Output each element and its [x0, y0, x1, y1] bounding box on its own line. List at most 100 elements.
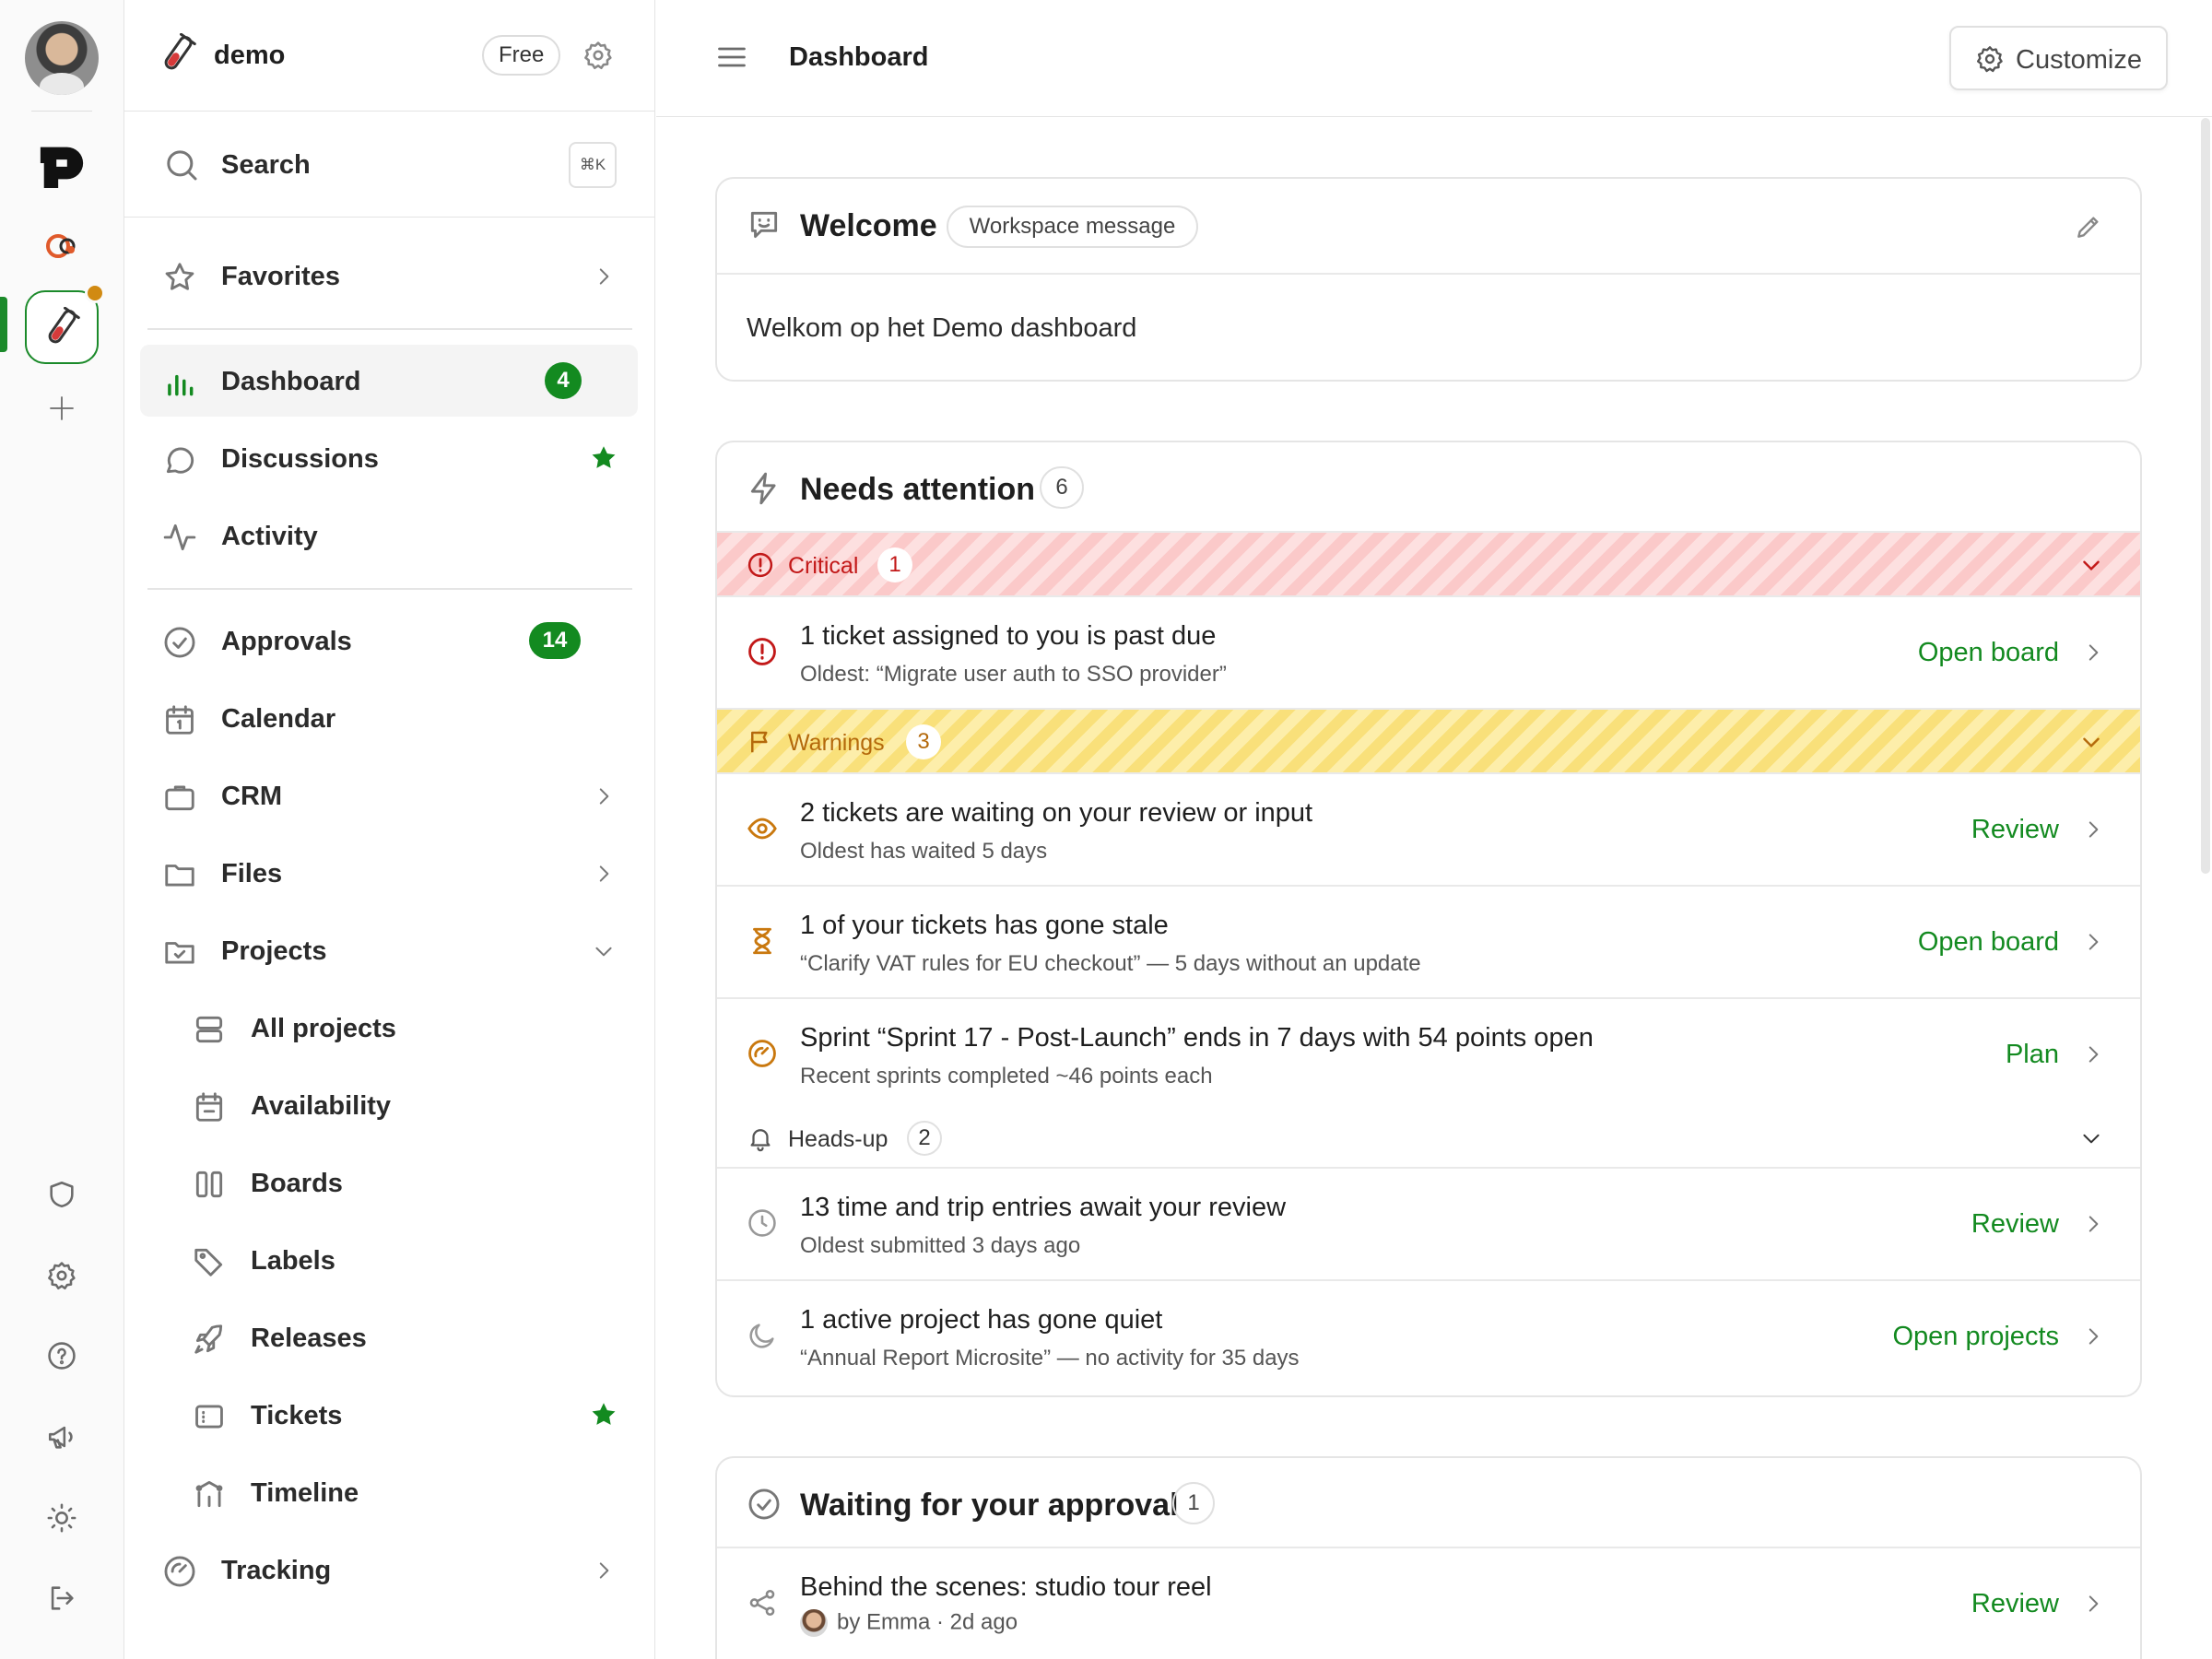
approval-title: Waiting for your approval: [800, 1488, 1179, 1523]
attention-item[interactable]: 2 tickets are waiting on your review or …: [717, 774, 2140, 887]
attention-item[interactable]: 13 time and trip entries await your revi…: [717, 1169, 2140, 1281]
chevron-right-icon: [2088, 1046, 2099, 1063]
share-icon: [749, 1589, 775, 1617]
app-logo-icon[interactable]: [37, 138, 87, 188]
settings-gear-icon[interactable]: [37, 1251, 87, 1300]
sidebar-item-tickets[interactable]: Tickets: [140, 1379, 638, 1451]
hamburger-menu-icon[interactable]: [715, 41, 748, 74]
chevron-right-icon: [599, 788, 609, 805]
user-avatar[interactable]: [25, 21, 99, 95]
sidebar-item-dashboard[interactable]: Dashboard 4: [140, 345, 638, 417]
sidebar: demo Free Search ⌘K Favorites Dashboard …: [124, 0, 655, 1659]
gear-icon: [1977, 46, 2003, 73]
attention-item-title: Sprint “Sprint 17 - Post-Launch” ends in…: [800, 1023, 1594, 1053]
needs-attention-card: Needs attention 6 Critical 1 1 ticket as…: [715, 441, 2142, 1397]
sidebar-item-boards[interactable]: Boards: [140, 1147, 638, 1218]
workspace-name[interactable]: demo: [214, 41, 285, 71]
byline-text: by Emma · 2d ago: [837, 1609, 1018, 1635]
logout-icon[interactable]: [37, 1573, 87, 1623]
open-projects-link[interactable]: Open projects: [1892, 1322, 2059, 1352]
scrollbar[interactable]: [2201, 118, 2210, 874]
notification-dot: [85, 283, 105, 303]
chevron-right-icon: [2088, 1328, 2099, 1345]
critical-section-toggle[interactable]: Critical 1: [717, 533, 2140, 597]
critical-count: 1: [877, 547, 912, 582]
sidebar-item-labels[interactable]: Labels: [140, 1224, 638, 1296]
warnings-section-toggle[interactable]: Warnings 3: [717, 710, 2140, 774]
sidebar-item-favorites[interactable]: Favorites: [140, 240, 638, 312]
sidebar-item-availability[interactable]: Availability: [140, 1069, 638, 1141]
plan-link[interactable]: Plan: [2006, 1040, 2059, 1070]
tag-icon: [194, 1248, 223, 1277]
workspace-logo-icon[interactable]: [37, 221, 87, 271]
attention-item-title: 2 tickets are waiting on your review or …: [800, 798, 1313, 828]
shield-icon[interactable]: [37, 1170, 87, 1219]
favorite-star-icon[interactable]: [588, 1399, 619, 1430]
chevron-right-icon: [599, 268, 609, 285]
sidebar-item-timeline[interactable]: Timeline: [140, 1456, 638, 1528]
sidebar-item-releases[interactable]: Releases: [140, 1301, 638, 1373]
sidebar-item-approvals[interactable]: Approvals 14: [140, 605, 638, 677]
attention-item[interactable]: 1 active project has gone quiet “Annual …: [717, 1281, 2140, 1394]
sidebar-item-label: Projects: [221, 936, 327, 966]
help-icon[interactable]: [37, 1331, 87, 1381]
customize-button[interactable]: Customize: [1949, 26, 2168, 90]
favorite-star-icon[interactable]: [588, 442, 619, 474]
attention-item[interactable]: Sprint “Sprint 17 - Post-Launch” ends in…: [717, 999, 2140, 1106]
folder-check-icon: [165, 942, 194, 964]
customize-label: Customize: [2016, 45, 2142, 75]
sidebar-item-calendar[interactable]: Calendar: [140, 682, 638, 754]
approval-item[interactable]: Behind the scenes: studio tour reel by E…: [717, 1548, 2140, 1659]
attention-item-subtitle: Recent sprints completed ~46 points each: [800, 1064, 1213, 1088]
sidebar-item-discussions[interactable]: Discussions: [140, 422, 638, 494]
sidebar-item-files[interactable]: Files: [140, 837, 638, 909]
sidebar-item-label: Labels: [251, 1246, 335, 1276]
headsup-section-toggle[interactable]: Heads-up 2: [717, 1106, 2140, 1169]
test-tube-icon: [48, 307, 80, 344]
hourglass-icon: [753, 927, 771, 955]
alert-circle-icon: [747, 552, 773, 578]
theme-sun-icon[interactable]: [37, 1493, 87, 1543]
edit-pencil-icon[interactable]: [2074, 212, 2103, 241]
clock-icon: [748, 1209, 776, 1237]
chevron-right-icon: [2088, 1595, 2099, 1612]
stack-icon: [195, 1016, 223, 1043]
review-link[interactable]: Review: [1971, 1589, 2059, 1619]
approval-card: Waiting for your approval 1 Behind the s…: [715, 1456, 2142, 1659]
avatar: [800, 1609, 828, 1637]
sidebar-item-projects[interactable]: Projects: [140, 914, 638, 986]
attention-item-subtitle: “Clarify VAT rules for EU checkout” — 5 …: [800, 951, 1421, 976]
sidebar-item-tracking[interactable]: Tracking: [140, 1534, 638, 1606]
ticket-icon: [195, 1405, 223, 1429]
alert-circle-icon: [748, 638, 776, 665]
workspace-settings-icon[interactable]: [582, 40, 614, 71]
sidebar-item-label: Dashboard: [221, 367, 361, 396]
sidebar-item-all-projects[interactable]: All projects: [140, 992, 638, 1064]
search-button[interactable]: Search ⌘K: [124, 112, 655, 218]
attention-item[interactable]: 1 ticket assigned to you is past due Old…: [717, 597, 2140, 710]
megaphone-icon[interactable]: [37, 1412, 87, 1462]
open-board-link[interactable]: Open board: [1918, 638, 2059, 668]
open-board-link[interactable]: Open board: [1918, 927, 2059, 958]
attention-item-subtitle: Oldest: “Migrate user auth to SSO provid…: [800, 662, 1227, 687]
review-link[interactable]: Review: [1971, 1209, 2059, 1240]
speedometer-icon: [748, 1040, 776, 1067]
plan-badge: Free: [482, 35, 561, 76]
lightning-icon: [750, 472, 776, 505]
kanban-icon: [195, 1171, 223, 1198]
bell-icon: [750, 1129, 771, 1152]
chevron-down-icon: [2083, 560, 2100, 571]
review-link[interactable]: Review: [1971, 815, 2059, 845]
sidebar-item-crm[interactable]: CRM: [140, 759, 638, 831]
sidebar-item-label: Activity: [221, 522, 318, 551]
check-circle-icon: [164, 627, 195, 658]
timeline-icon: [195, 1480, 223, 1508]
chevron-right-icon: [2088, 1216, 2099, 1232]
flag-icon: [751, 731, 768, 753]
workspace-demo-button[interactable]: [25, 290, 99, 364]
attention-item[interactable]: 1 of your tickets has gone stale “Clarif…: [717, 887, 2140, 999]
test-tube-icon: [164, 33, 196, 70]
add-workspace-icon[interactable]: [37, 383, 87, 433]
attention-item-title: 1 of your tickets has gone stale: [800, 911, 1169, 940]
sidebar-item-activity[interactable]: Activity: [140, 500, 638, 571]
